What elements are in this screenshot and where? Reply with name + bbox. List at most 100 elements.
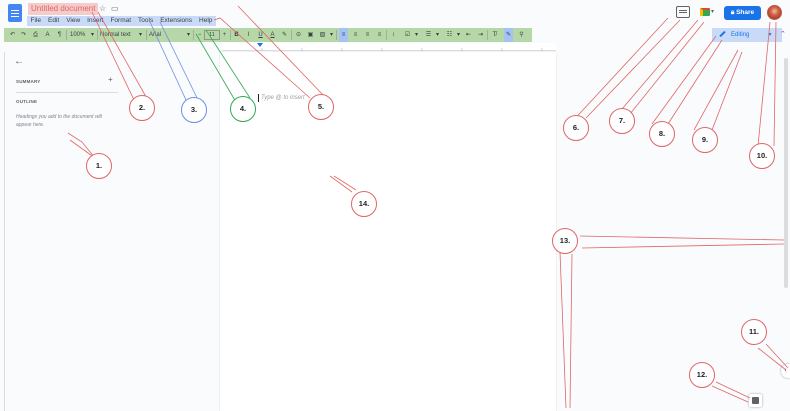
callout-8: 8.: [649, 121, 675, 147]
image-icon[interactable]: ▨: [318, 28, 327, 42]
chevron-down-icon: ▾: [414, 32, 418, 38]
meet-button[interactable]: ▾: [700, 6, 716, 18]
annotation-line-13: [581, 243, 785, 249]
font-size-input[interactable]: 11: [204, 30, 220, 40]
chevron-down-icon: ▾: [138, 32, 142, 38]
callout-6: 6.: [563, 115, 589, 141]
annotation-line-12: [715, 381, 751, 399]
account-avatar[interactable]: [767, 5, 782, 20]
sidebar-divider: [16, 92, 118, 93]
toolbar-divider: [230, 30, 231, 40]
toolbar-divider: [291, 30, 292, 40]
decrease-font-size-button[interactable]: −: [195, 28, 204, 42]
annotation-line-13: [569, 253, 573, 409]
voice-typing-icon[interactable]: ✎: [504, 28, 513, 42]
underline-icon[interactable]: U: [256, 28, 265, 42]
menu-bar: File Edit View Insert Format Tools Exten…: [27, 16, 216, 26]
document-page[interactable]: [220, 52, 556, 411]
callout-10: 10.: [749, 143, 775, 169]
share-button[interactable]: 🔒︎ Share: [724, 6, 761, 20]
indent-marker[interactable]: [257, 43, 263, 47]
menu-extensions[interactable]: Extensions: [157, 16, 196, 26]
annotation-line-13: [579, 235, 785, 241]
callout-14: 14.: [351, 191, 377, 217]
increase-font-size-button[interactable]: +: [220, 28, 229, 42]
callout-1: 1.: [86, 153, 112, 179]
callout-9: 9.: [692, 127, 718, 153]
toolbar-divider: [97, 30, 98, 40]
side-panel-chevron-left-icon[interactable]: ‹: [781, 364, 790, 378]
docs-logo-icon[interactable]: [8, 4, 22, 22]
text-color-icon[interactable]: A: [268, 28, 277, 42]
outline-empty-hint: Headings you add to the document will ap…: [16, 114, 102, 128]
highlight-icon[interactable]: ✎: [280, 28, 289, 42]
annotation-line-7: [615, 19, 699, 117]
bulleted-list-icon[interactable]: ☰: [424, 28, 433, 42]
toolbar-divider: [386, 30, 387, 40]
increase-indent-icon[interactable]: ⇥: [476, 28, 485, 42]
callout-3: 3.: [181, 97, 207, 123]
callout-11: 11.: [741, 319, 767, 345]
print-icon[interactable]: ⎙: [31, 28, 40, 42]
chevron-down-icon: ▾: [456, 32, 460, 38]
callout-2: 2.: [129, 95, 155, 121]
outline-heading: OUTLINE: [16, 99, 38, 104]
annotation-line-8: [651, 35, 717, 125]
toolbar-divider: [487, 30, 488, 40]
paragraph-style-select[interactable]: Normal text: [100, 28, 140, 42]
menu-view[interactable]: View: [63, 16, 84, 26]
annotation-line-7: [629, 21, 705, 115]
link-icon[interactable]: ⊝: [294, 28, 303, 42]
undo-icon[interactable]: ↶: [8, 28, 17, 42]
chevron-down-icon: ▾: [711, 9, 715, 15]
ruler-ticks: [261, 48, 543, 51]
explore-icon[interactable]: [749, 394, 762, 407]
annotation-line-13: [559, 251, 567, 409]
chevron-down-icon: ▾: [329, 32, 333, 38]
pencil-icon: [719, 30, 726, 38]
move-folder-icon[interactable]: ▭: [111, 4, 119, 14]
spellcheck-icon[interactable]: A: [43, 28, 52, 42]
bold-icon[interactable]: B: [232, 28, 241, 42]
google-docs-window: Untitled document ☆ ▭ File Edit View Ins…: [0, 0, 790, 411]
align-right-icon[interactable]: ≡: [363, 28, 372, 42]
clear-formatting-icon[interactable]: T̸: [490, 28, 499, 42]
decrease-indent-icon[interactable]: ⇤: [464, 28, 473, 42]
numbered-list-icon[interactable]: ☷: [445, 28, 454, 42]
horizontal-ruler[interactable]: [222, 43, 556, 51]
callout-7: 7.: [609, 108, 635, 134]
checklist-icon[interactable]: ☑: [403, 28, 412, 42]
type-at-hint: Type @ to insert: [258, 94, 305, 102]
accessibility-icon[interactable]: ⚲: [517, 28, 526, 42]
back-arrow-icon[interactable]: ←: [14, 57, 24, 67]
document-title[interactable]: Untitled document: [28, 3, 99, 15]
menu-help[interactable]: Help: [196, 16, 216, 26]
chevron-down-icon: ▾: [186, 32, 190, 38]
comment-icon[interactable]: ▣: [306, 28, 315, 42]
menu-format[interactable]: Format: [107, 16, 135, 26]
paint-format-icon[interactable]: ¶: [55, 28, 64, 42]
star-icon[interactable]: ☆: [99, 4, 106, 14]
comments-icon[interactable]: [676, 6, 690, 18]
hide-menus-chevron-up-icon[interactable]: ⌃: [780, 29, 788, 41]
callout-4: 4.: [230, 96, 256, 122]
add-summary-plus-icon[interactable]: +: [108, 75, 113, 84]
scrollbar-thumb[interactable]: [784, 58, 788, 288]
italic-icon[interactable]: I: [244, 28, 253, 42]
menu-edit[interactable]: Edit: [44, 16, 62, 26]
toolbar-divider: [66, 30, 67, 40]
redo-icon[interactable]: ↷: [19, 28, 28, 42]
align-center-icon[interactable]: ≡: [351, 28, 360, 42]
menu-tools[interactable]: Tools: [135, 16, 157, 26]
editing-label: Editing: [731, 32, 750, 38]
toolbar-divider: [193, 30, 194, 40]
chevron-down-icon: ▾: [768, 32, 772, 38]
menu-file[interactable]: File: [27, 16, 44, 26]
callout-13: 13.: [552, 228, 578, 254]
align-left-icon[interactable]: ≡: [339, 28, 348, 42]
menu-insert[interactable]: Insert: [84, 16, 107, 26]
line-spacing-icon[interactable]: ↕: [389, 28, 398, 42]
justify-icon[interactable]: ≡: [375, 28, 384, 42]
toolbar-divider: [336, 30, 337, 40]
annotation-line-9: [693, 49, 739, 131]
